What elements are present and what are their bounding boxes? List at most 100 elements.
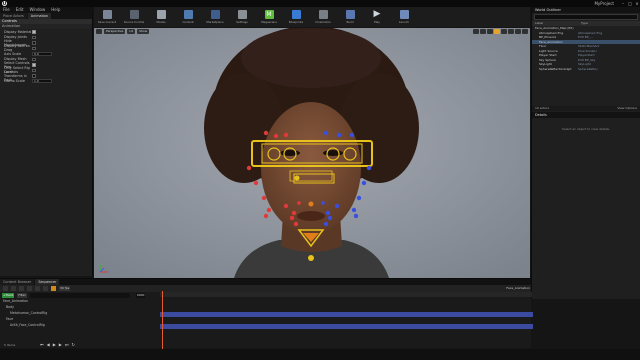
perspective-button[interactable]: Perspective: [104, 29, 126, 34]
animation-options-list: Display Material Display Joints Hide Morph…: [0, 29, 92, 84]
blueprints-icon: [291, 10, 301, 19]
toolbar-button[interactable]: Blueprints: [285, 8, 307, 26]
add-track-button[interactable]: +Track: [2, 292, 15, 298]
option-label: Gizmo Scale: [4, 79, 25, 84]
modes-icon: [156, 10, 166, 19]
toolbar-button-label: Build: [346, 20, 354, 24]
snap-icon[interactable]: [43, 286, 48, 291]
sequence-name: Face_Animation: [506, 286, 530, 290]
play-icon[interactable]: ▶: [53, 342, 56, 347]
toolbar-button[interactable]: Settings: [231, 8, 253, 26]
rotate-icon[interactable]: [480, 29, 486, 34]
toolbar-button[interactable]: ▶ Play: [366, 8, 388, 26]
toolbar-button[interactable]: Modes: [150, 8, 172, 26]
rotation-snap-icon[interactable]: [508, 29, 514, 34]
level-viewport[interactable]: Perspective Lit Show: [94, 28, 530, 278]
show-button[interactable]: Show: [137, 29, 150, 34]
option-checkbox[interactable]: [32, 30, 36, 34]
option-checkbox[interactable]: [32, 74, 36, 78]
toolbar-button[interactable]: Save Current: [96, 8, 118, 26]
toolbar-button-label: Content: [182, 20, 194, 24]
outliner-item[interactable]: SphereReflectionCapt SphereReflec: [532, 67, 640, 72]
option-checkbox[interactable]: [32, 41, 36, 45]
option-checkbox[interactable]: [32, 57, 36, 61]
maximize-viewport-icon[interactable]: [522, 29, 528, 34]
actor-count: 10 actors: [535, 106, 550, 110]
toolbar-button[interactable]: Content: [177, 8, 199, 26]
face-section-bar[interactable]: [160, 324, 533, 329]
outliner-search-input[interactable]: [534, 14, 638, 20]
tab-sequencer[interactable]: Sequencer: [35, 279, 60, 285]
right-panel: World Outliner Label Type Face_Animation…: [531, 7, 640, 299]
snap-grid-icon[interactable]: [494, 29, 500, 34]
render-icon[interactable]: [19, 286, 24, 291]
option-input[interactable]: 0.0: [32, 51, 52, 56]
toolbar-button-label: Launch: [398, 20, 410, 24]
save-sequence-icon[interactable]: [3, 286, 8, 291]
outliner-item-type: SphereReflec: [578, 66, 598, 71]
marketplace-icon: [210, 10, 220, 19]
option-checkbox[interactable]: [32, 63, 36, 67]
items-count: 5 Items: [4, 343, 16, 347]
megascans-icon: M: [264, 10, 274, 19]
body-section-bar[interactable]: [160, 312, 533, 317]
step-forward-icon[interactable]: ▶: [59, 342, 62, 347]
tab-content-browser[interactable]: Content Browser: [0, 279, 35, 285]
translate-icon[interactable]: [473, 29, 479, 34]
toolbar-button-label: Cinematics: [315, 20, 331, 24]
world-outliner-title[interactable]: World Outliner: [532, 7, 640, 13]
key-icon[interactable]: [51, 286, 56, 291]
jump-end-icon[interactable]: ⏭: [65, 342, 69, 347]
project-name: MyProject: [594, 1, 614, 6]
toolbar-button-label: Settings: [236, 20, 248, 24]
main-toolbar: Save Current Source Control Modes Content Ma…: [94, 7, 530, 27]
details-empty-message: Select an object to view details.: [562, 127, 610, 131]
scale-icon[interactable]: [487, 29, 493, 34]
toolbar-button[interactable]: Source Control: [123, 8, 145, 26]
track-search-input[interactable]: [29, 292, 130, 298]
find-icon[interactable]: [11, 286, 16, 291]
toolbar-button-label: Play: [374, 20, 380, 24]
unreal-logo-icon: U: [2, 1, 7, 6]
fps-dropdown[interactable]: 30 fps: [59, 286, 71, 291]
toolbar-button[interactable]: Build: [339, 8, 361, 26]
grid-size-icon[interactable]: [501, 29, 507, 34]
settings-icon: [237, 10, 247, 19]
option-row: Gizmo Scale 1.0: [0, 79, 92, 85]
maximize-icon[interactable]: □: [627, 1, 633, 6]
play-icon: ▶: [373, 9, 381, 19]
viewport-options-button[interactable]: [96, 29, 102, 34]
left-panel: Place Actors Animation Controls Animatio…: [0, 13, 93, 276]
camera-speed-icon[interactable]: [515, 29, 521, 34]
filter-button[interactable]: Filter: [17, 292, 27, 298]
option-checkbox[interactable]: [32, 46, 36, 50]
option-checkbox[interactable]: [32, 35, 36, 39]
jump-start-icon[interactable]: ⏮: [40, 342, 44, 347]
track-label: Body: [6, 305, 15, 309]
playhead[interactable]: [162, 291, 163, 349]
close-icon[interactable]: ×: [634, 1, 640, 6]
cinematics-icon: [318, 10, 328, 19]
settings-icon[interactable]: [35, 286, 40, 291]
toolbar-button[interactable]: M Megascans: [258, 8, 280, 26]
camera-icon[interactable]: [27, 286, 32, 291]
timeline-ruler[interactable]: [160, 292, 532, 297]
toolbar-button[interactable]: Launch: [393, 8, 415, 26]
launch-icon: [399, 10, 409, 19]
toolbar-button[interactable]: Cinematics: [312, 8, 334, 26]
toolbar-button-label: Modes: [156, 20, 166, 24]
minimize-icon[interactable]: –: [620, 1, 626, 6]
step-back-icon[interactable]: ◀: [47, 342, 50, 347]
lit-button[interactable]: Lit: [127, 29, 136, 34]
track-label: Metahuman_ControlRig: [10, 311, 48, 315]
option-checkbox[interactable]: [32, 68, 36, 72]
tab-animation[interactable]: Animation: [27, 13, 52, 19]
toolbar-button[interactable]: Marketplace: [204, 8, 226, 26]
details-title[interactable]: Details: [532, 112, 640, 118]
current-time[interactable]: 0000: [135, 292, 146, 298]
option-input[interactable]: 1.0: [32, 79, 52, 84]
loop-icon[interactable]: ↻: [71, 342, 74, 347]
track-label: Face: [6, 317, 14, 321]
view-options-button[interactable]: View Options: [617, 106, 637, 111]
toolbar-button-label: Marketplace: [206, 20, 224, 24]
